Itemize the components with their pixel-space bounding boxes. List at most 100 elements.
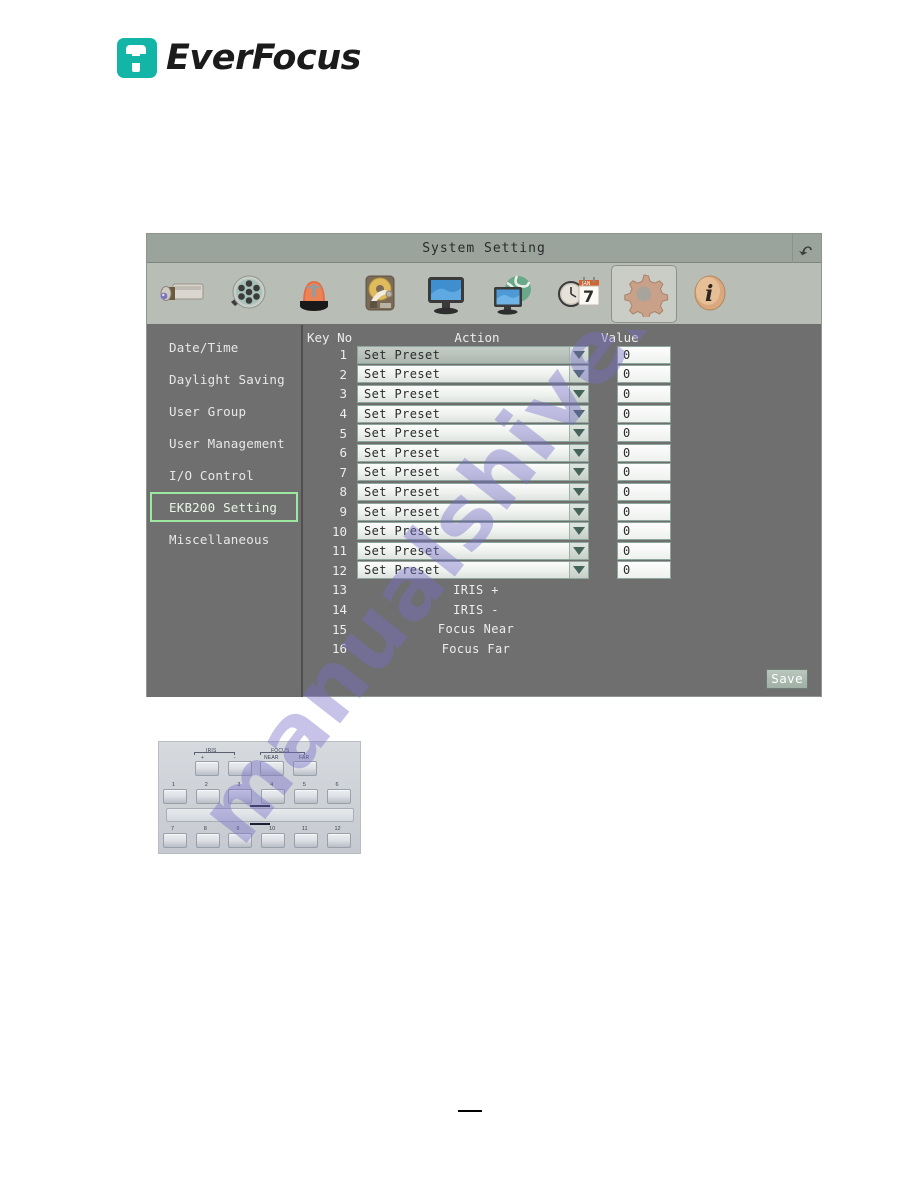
value-input-7[interactable]: 0 [617,463,671,482]
toolbar-item-disk[interactable] [347,265,413,323]
value-input-5[interactable]: 0 [617,424,671,443]
action-dropdown-1[interactable]: Set Preset [357,345,589,364]
table-row: 4 Set Preset 0 [303,404,821,424]
keypad-number-label: 8 [203,826,207,832]
chevron-down-icon[interactable] [569,425,588,442]
sidebar-item-user-group[interactable]: User Group [150,396,298,426]
keypad-key-iris-minus[interactable] [228,761,252,776]
chevron-down-icon[interactable] [569,444,588,461]
keypad-key-10[interactable] [261,833,286,848]
chevron-down-icon[interactable] [569,464,588,481]
chevron-down-icon[interactable] [569,542,588,559]
action-static-label-16: Focus Far [441,641,511,656]
keypad-key-4[interactable] [261,789,286,804]
value-input-12[interactable]: 0 [617,561,671,580]
value-input-3[interactable]: 0 [617,384,671,403]
sidebar-item-label: Date/Time [169,339,239,355]
cell-action: IRIS + [357,583,597,597]
chevron-down-icon[interactable] [569,483,588,500]
table-row: 16 Focus Far [303,639,821,659]
toolbar-item-system[interactable] [611,264,677,323]
info-icon: i [681,270,739,318]
keypad-key-9[interactable] [228,833,253,848]
action-static-label-13: IRIS + [453,582,499,597]
action-dropdown-2[interactable]: Set Preset [357,365,589,384]
cell-action: Set Preset [357,384,597,403]
value-input-2[interactable]: 0 [617,365,671,384]
sidebar-item-date-time[interactable]: Date/Time [150,332,298,362]
keypad-key-12[interactable] [326,833,351,848]
toolbar-item-information[interactable]: i [677,265,743,323]
keypad-key-focus-near[interactable] [260,761,284,776]
sidebar-item-daylight-saving[interactable]: Daylight Saving [150,364,298,394]
value-input-8[interactable]: 0 [617,482,671,501]
gear-icon [618,271,670,317]
sidebar-item-io-control[interactable]: I/O Control [150,460,298,490]
chevron-down-icon[interactable] [569,562,588,579]
keypad-key-6[interactable] [326,789,351,804]
sidebar-item-ekb200-setting[interactable]: EKB200 Setting [150,492,298,522]
action-dropdown-4[interactable]: Set Preset [357,404,589,423]
cell-value: 0 [597,384,671,403]
action-dropdown-9[interactable]: Set Preset [357,502,589,521]
value-input-4[interactable]: 0 [617,404,671,423]
chevron-down-icon[interactable] [569,523,588,540]
save-button[interactable]: Save [766,669,808,689]
sidebar-item-label: I/O Control [169,467,254,483]
value-input-11[interactable]: 0 [617,541,671,560]
chevron-down-icon[interactable] [569,385,588,402]
keypad-key-focus-far[interactable] [293,761,317,776]
value-input-6[interactable]: 0 [617,443,671,462]
settings-body: Date/Time Daylight Saving User Group Use… [147,325,821,697]
keypad-key-iris-plus[interactable] [195,761,219,776]
cell-action: Set Preset [357,482,597,501]
cell-key-no: 6 [339,445,347,461]
keypad-key-7[interactable] [163,833,187,848]
keypad-key-11[interactable] [293,833,318,848]
action-dropdown-label: Set Preset [364,367,441,382]
value-input-10[interactable]: 0 [617,522,671,541]
value-input-1[interactable]: 0 [617,345,671,364]
cell-action: Focus Near [357,622,597,636]
alarm-beacon-icon [285,270,343,318]
back-arrow-icon[interactable] [792,234,821,263]
cell-key-no: 3 [339,386,347,402]
table-row: 13 IRIS + [303,580,821,600]
keypad-number-label: 2 [204,782,208,788]
toolbar-item-network[interactable] [479,265,545,323]
cell-key-no: 14 [331,602,347,618]
keypad-key-8[interactable] [195,833,220,848]
action-dropdown-5[interactable]: Set Preset [357,424,589,443]
chevron-down-icon[interactable] [569,405,588,422]
action-dropdown-7[interactable]: Set Preset [357,463,589,482]
chevron-down-icon[interactable] [569,366,588,383]
cell-key-no: 9 [339,504,347,520]
sidebar-item-miscellaneous[interactable]: Miscellaneous [150,524,298,554]
keypad-key-3[interactable] [228,789,253,804]
chevron-down-icon[interactable] [569,503,588,520]
keypad-key-5[interactable] [293,789,318,804]
everfocus-logo: EverFocus [117,38,361,78]
value-input-9[interactable]: 0 [617,502,671,521]
sidebar-item-user-management[interactable]: User Management [150,428,298,458]
keypad-key-2[interactable] [195,789,220,804]
keypad-jog-bar[interactable] [166,808,354,822]
chevron-down-icon[interactable] [569,346,588,363]
keypad-key-1[interactable] [163,789,187,804]
toolbar-item-alarm[interactable] [281,265,347,323]
toolbar-item-camera[interactable] [149,265,215,323]
action-dropdown-3[interactable]: Set Preset [357,384,589,403]
cell-action: Set Preset [357,365,597,384]
cell-key-no: 2 [339,366,347,382]
toolbar-item-schedule[interactable]: JAN 7 [545,265,611,323]
action-dropdown-10[interactable]: Set Preset [357,522,589,541]
action-dropdown-6[interactable]: Set Preset [357,443,589,462]
cell-action: Set Preset [357,522,597,541]
action-dropdown-11[interactable]: Set Preset [357,541,589,560]
monitor-icon [417,270,475,318]
toolbar-item-display[interactable] [413,265,479,323]
action-dropdown-8[interactable]: Set Preset [357,482,589,501]
toolbar-item-record[interactable] [215,265,281,323]
keypad-number-label: 11 [301,826,308,832]
action-dropdown-12[interactable]: Set Preset [357,561,589,580]
